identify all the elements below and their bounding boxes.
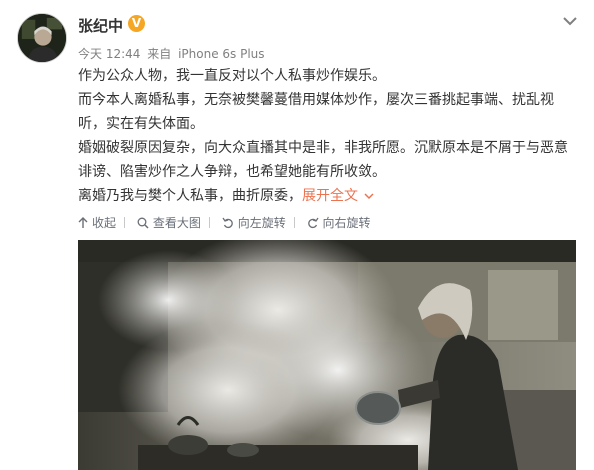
collapse-arrow-icon (78, 217, 88, 228)
content-line: 离婚乃我与樊个人私事，曲折原委， (78, 188, 302, 204)
divider (208, 217, 210, 228)
rotate-right-icon (307, 217, 319, 229)
chevron-down-icon[interactable] (560, 14, 580, 28)
rotate-left-label: 向左旋转 (237, 216, 286, 230)
collect-button[interactable]: 收起 (78, 214, 116, 231)
divider (293, 217, 295, 228)
media-actions: 收起 查看大图 向左旋转 向右旋转 (78, 214, 377, 232)
view-large-label: 查看大图 (152, 216, 201, 230)
verified-badge-icon: V (128, 15, 145, 32)
username[interactable]: 张纪中 (78, 15, 123, 36)
chevron-down-icon (364, 184, 374, 208)
zoom-icon (137, 217, 149, 229)
content-line: 而今本人离婚私事，无奈被樊馨蔓借用媒体炒作，屡次三番挑起事端、扰乱视 (78, 92, 554, 108)
view-large-button[interactable]: 查看大图 (137, 214, 201, 231)
content-line-last: 离婚乃我与樊个人私事，曲折原委，展开全文 (78, 184, 578, 208)
content-line: 婚姻破裂原因复杂，向大众直播其中是非，非我所愿。沉默原本是不屑于与恶意 (78, 140, 568, 156)
rotate-right-label: 向右旋转 (322, 216, 371, 230)
rotate-left-button[interactable]: 向左旋转 (222, 214, 286, 231)
content-line: 诽谤、陷害炒作之人争辩，也希望她能有所收敛。 (78, 164, 386, 180)
collect-label: 收起 (92, 216, 117, 230)
divider (124, 217, 126, 228)
rotate-right-button[interactable]: 向右旋转 (307, 214, 371, 231)
post-header: 张纪中 V 今天 12:44 来自 iPhone 6s Plus (0, 0, 594, 64)
post-meta: 今天 12:44 来自 iPhone 6s Plus (78, 45, 268, 62)
post-time[interactable]: 今天 12:44 (78, 47, 140, 61)
rotate-left-icon (222, 217, 233, 229)
avatar[interactable] (17, 13, 67, 63)
content-line: 听，实在有失体面。 (78, 116, 204, 132)
post-source[interactable]: iPhone 6s Plus (178, 47, 264, 61)
expand-full-text-link[interactable]: 展开全文 (302, 188, 374, 204)
post-content: 作为公众人物，我一直反对以个人私事炒作娱乐。 而今本人离婚私事，无奈被樊馨蔓借用… (78, 64, 578, 208)
source-prefix: 来自 (147, 47, 172, 61)
content-line: 作为公众人物，我一直反对以个人私事炒作娱乐。 (78, 68, 386, 84)
expand-label: 展开全文 (302, 188, 358, 204)
post-photo[interactable] (78, 240, 576, 470)
